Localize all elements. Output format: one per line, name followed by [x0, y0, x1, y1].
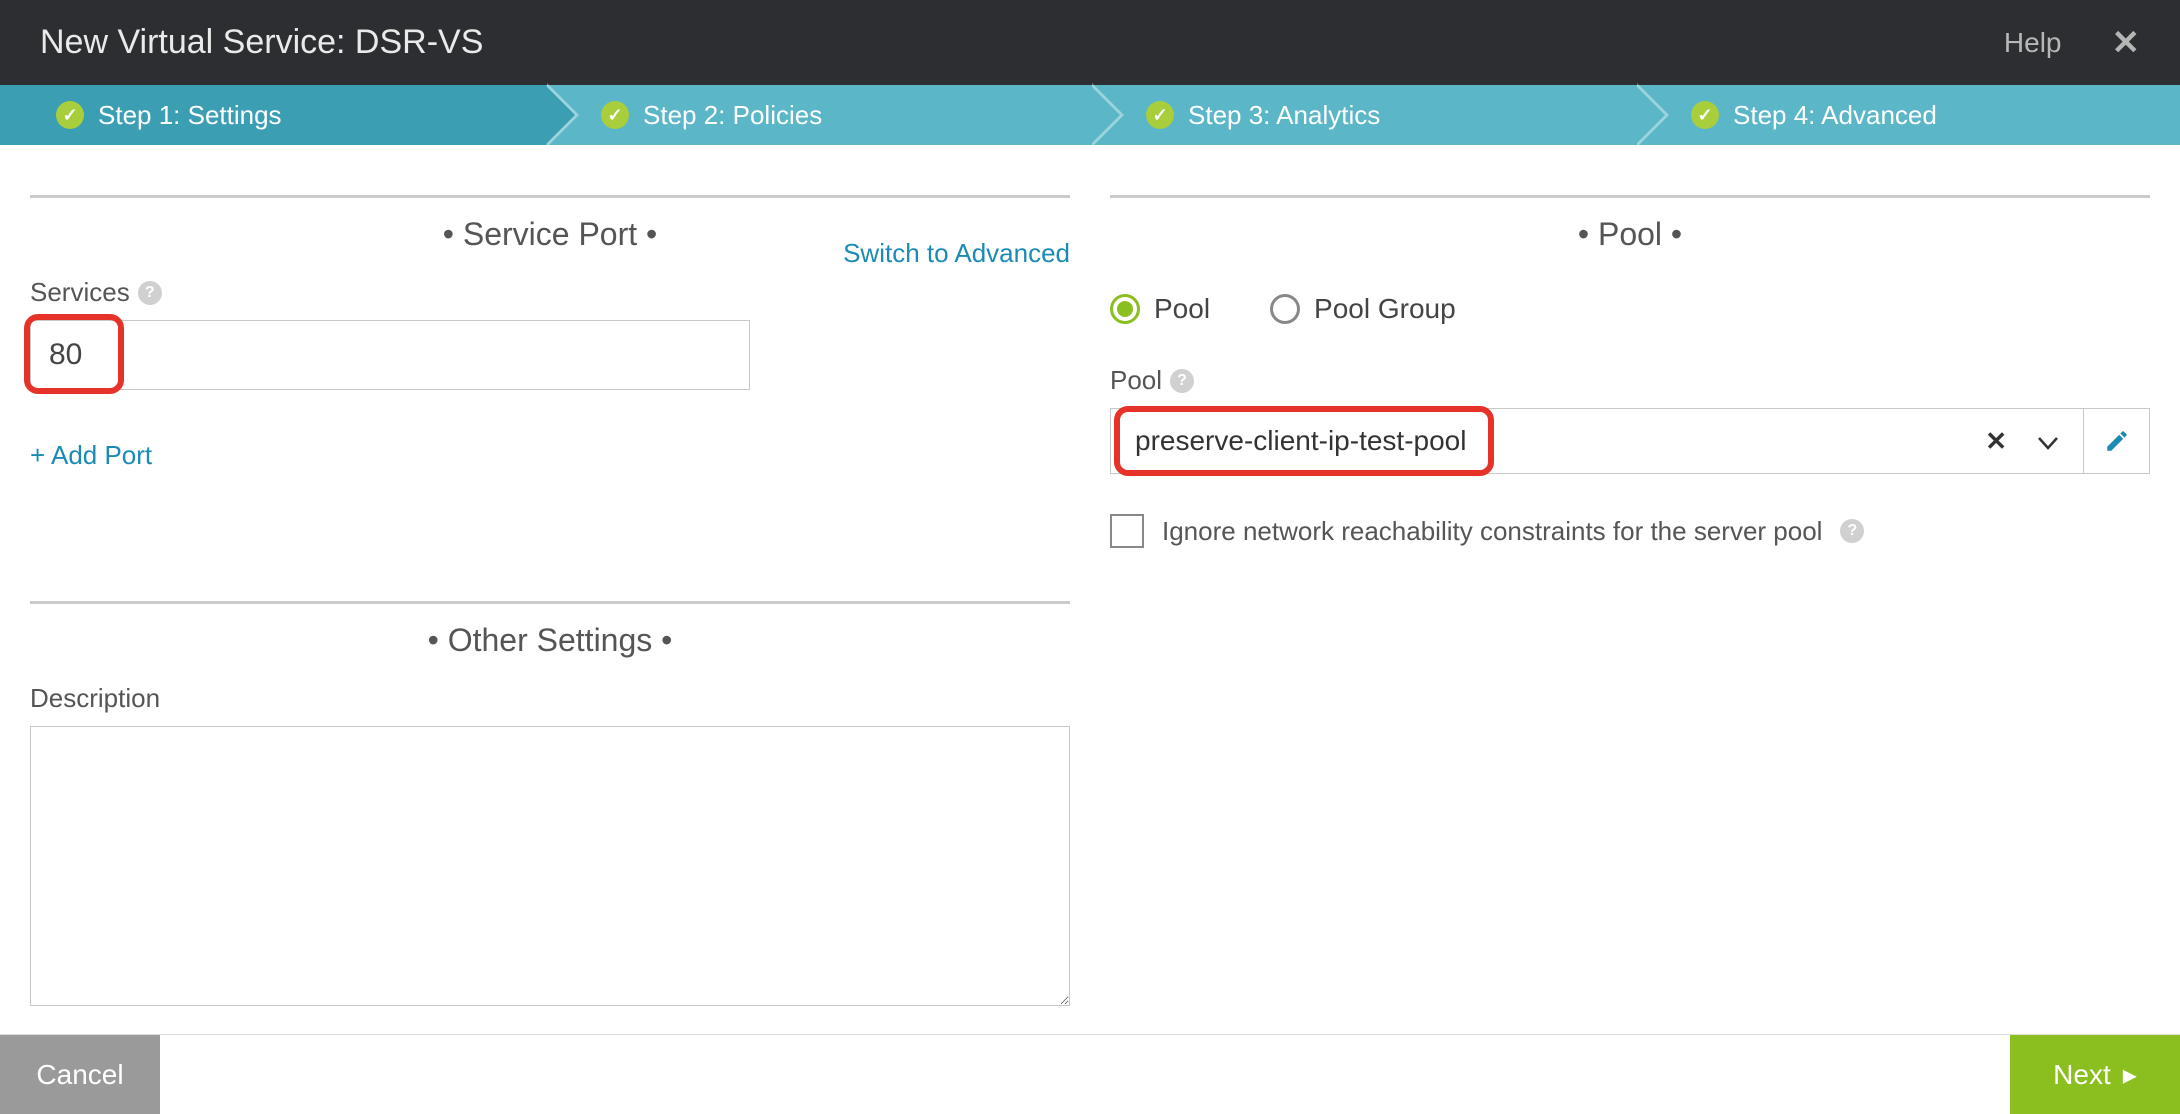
pool-select-row: preserve-client-ip-test-pool ✕	[1110, 408, 2150, 474]
description-textarea[interactable]	[30, 726, 1070, 1006]
modal-title: New Virtual Service: DSR-VS	[40, 23, 483, 62]
check-icon: ✓	[1691, 101, 1719, 129]
step-label: Step 3: Analytics	[1188, 100, 1380, 131]
chevron-down-icon[interactable]	[2037, 426, 2059, 457]
help-icon[interactable]: ?	[1840, 519, 1864, 543]
clear-icon[interactable]: ✕	[1985, 426, 2007, 457]
help-icon[interactable]: ?	[1170, 369, 1194, 393]
radio-label: Pool Group	[1314, 293, 1456, 325]
description-label: Description	[30, 683, 1070, 714]
checkbox-icon[interactable]	[1110, 514, 1144, 548]
ignore-reachability-label: Ignore network reachability constraints …	[1162, 516, 1822, 547]
pool-selected-value: preserve-client-ip-test-pool	[1135, 425, 1466, 457]
modal-header: New Virtual Service: DSR-VS Help ✕	[0, 0, 2180, 85]
radio-label: Pool	[1154, 293, 1210, 325]
pool-type-radio-group: Pool Pool Group	[1110, 293, 2150, 325]
step-3-analytics[interactable]: ✓ Step 3: Analytics	[1090, 85, 1635, 145]
radio-icon	[1110, 294, 1140, 324]
ignore-reachability-row[interactable]: Ignore network reachability constraints …	[1110, 514, 2150, 548]
section-title-text: • Service Port •	[443, 216, 657, 252]
add-port-link[interactable]: + Add Port	[30, 440, 1070, 471]
step-label: Step 4: Advanced	[1733, 100, 1937, 131]
help-link[interactable]: Help	[2004, 27, 2062, 59]
cancel-button[interactable]: Cancel	[0, 1035, 160, 1114]
right-column: • Pool • Pool Pool Group Pool ? preserve…	[1110, 175, 2150, 1011]
check-icon: ✓	[601, 101, 629, 129]
edit-pool-button[interactable]	[2084, 408, 2150, 474]
services-port-input[interactable]	[30, 320, 750, 390]
wizard-stepper: ✓ Step 1: Settings ✓ Step 2: Policies ✓ …	[0, 85, 2180, 145]
chevron-right-icon: ▸	[2123, 1058, 2137, 1091]
services-label: Services ?	[30, 277, 1070, 308]
step-4-advanced[interactable]: ✓ Step 4: Advanced	[1635, 85, 2180, 145]
switch-to-advanced-link[interactable]: Switch to Advanced	[843, 238, 1070, 269]
step-2-policies[interactable]: ✓ Step 2: Policies	[545, 85, 1090, 145]
close-icon[interactable]: ✕	[2112, 23, 2141, 63]
left-column: • Service Port • Switch to Advanced Serv…	[30, 175, 1070, 1011]
pool-select[interactable]: preserve-client-ip-test-pool ✕	[1110, 408, 2084, 474]
radio-pool-group[interactable]: Pool Group	[1270, 293, 1456, 325]
check-icon: ✓	[56, 101, 84, 129]
main-content: • Service Port • Switch to Advanced Serv…	[0, 145, 2180, 1011]
step-label: Step 1: Settings	[98, 100, 282, 131]
modal-footer: Cancel Next ▸	[0, 1034, 2180, 1114]
radio-icon	[1270, 294, 1300, 324]
service-port-section-title: • Service Port • Switch to Advanced	[30, 198, 1070, 263]
next-button[interactable]: Next ▸	[2010, 1035, 2180, 1114]
pool-section-title: • Pool •	[1110, 198, 2150, 263]
pool-field-label: Pool ?	[1110, 365, 2150, 396]
check-icon: ✓	[1146, 101, 1174, 129]
radio-pool[interactable]: Pool	[1110, 293, 1210, 325]
step-1-settings[interactable]: ✓ Step 1: Settings	[0, 85, 545, 145]
step-label: Step 2: Policies	[643, 100, 822, 131]
other-settings-section-title: • Other Settings •	[30, 604, 1070, 669]
help-icon[interactable]: ?	[138, 281, 162, 305]
